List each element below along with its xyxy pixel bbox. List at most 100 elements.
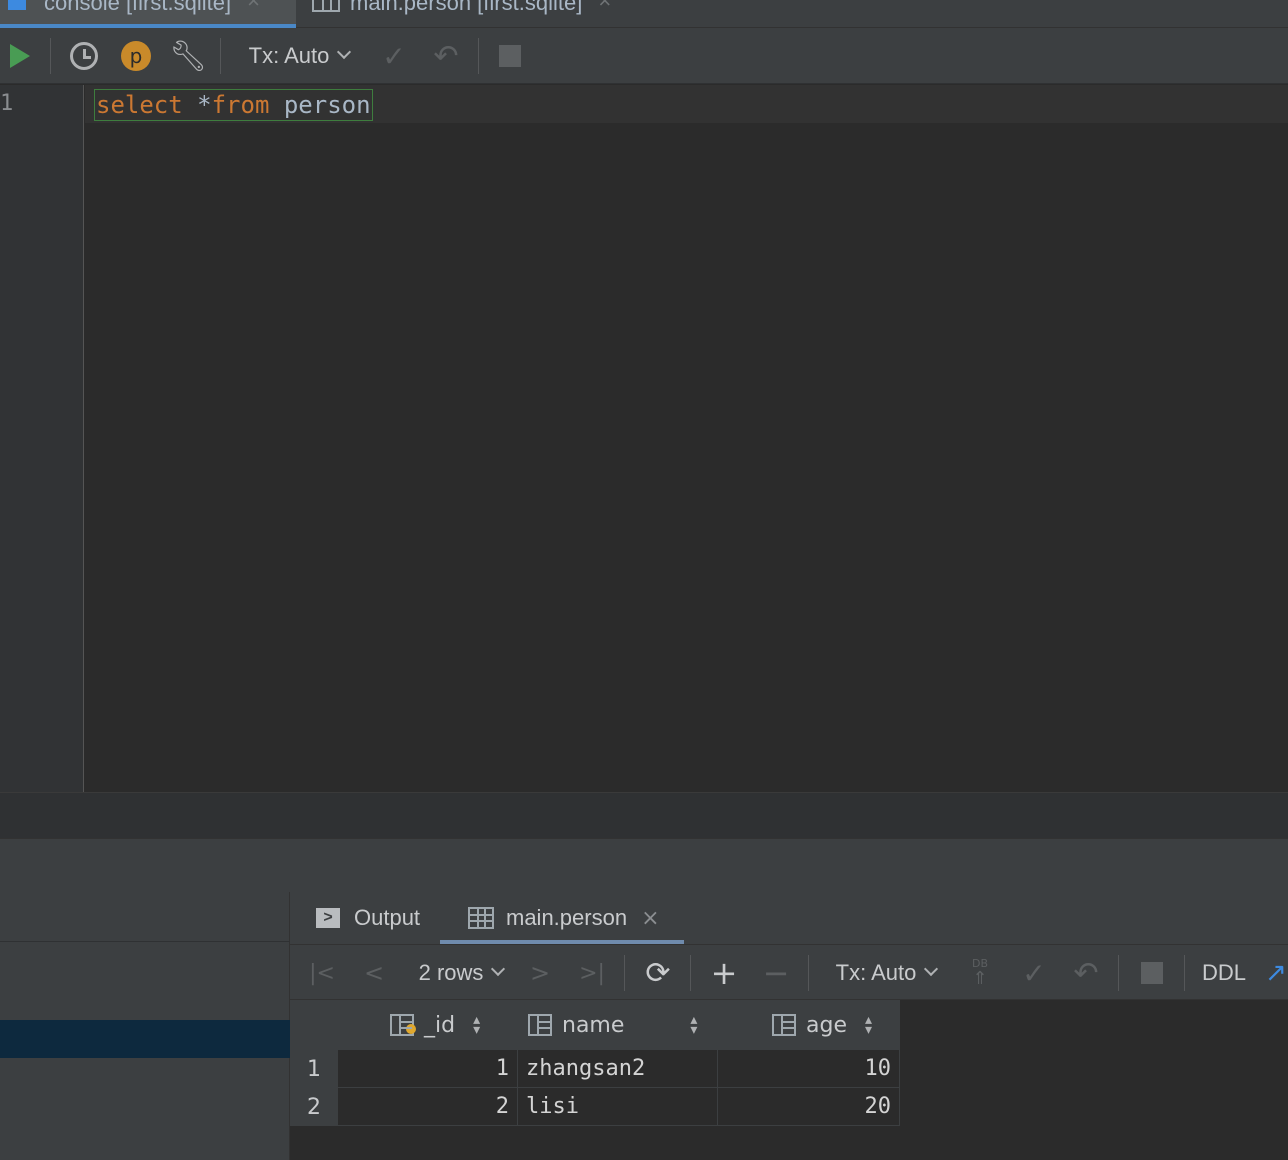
next-page-button[interactable]: > (524, 945, 556, 1001)
cell-id[interactable]: 2 (338, 1088, 518, 1126)
table-identifier: person (283, 91, 371, 119)
tx-mode-label: Tx: Auto (248, 43, 330, 68)
console-icon (8, 0, 26, 10)
stop-button[interactable] (1136, 945, 1168, 1001)
jump-to-source-button[interactable]: ↗ (1264, 945, 1288, 1001)
rows-dropdown[interactable]: 2 rows (406, 945, 516, 1001)
cell-age[interactable]: 20 (718, 1088, 900, 1126)
toolbar-separator (478, 38, 479, 74)
tab-console[interactable]: console [first.sqlite] × (0, 0, 296, 28)
sql-editor[interactable]: 1 select *from person (0, 85, 1288, 792)
stop-icon (1141, 962, 1163, 984)
toolbar-separator (690, 955, 691, 991)
editor-toolbar: p 🔧︎ Tx: Auto ✓ ↶ (0, 28, 1288, 84)
rows-count-label: 2 rows (418, 960, 484, 985)
play-icon (10, 44, 30, 68)
close-icon[interactable]: × (641, 906, 659, 931)
toolbar-separator (808, 955, 809, 991)
stop-icon (499, 45, 521, 67)
arrow-right-icon: ↗ (1265, 958, 1287, 988)
tab-main-person-label: main.person [first.sqlite] (350, 0, 583, 15)
toolbar-separator (50, 38, 51, 74)
last-page-button[interactable]: >| (574, 945, 610, 1001)
submit-to-db-button[interactable]: DB ⇑ (962, 945, 998, 1001)
ddl-button[interactable]: DDL (1196, 945, 1252, 1001)
check-icon: ✓ (382, 39, 406, 73)
tab-main-person[interactable]: main.person [first.sqlite] × (312, 0, 642, 28)
output-icon: > (316, 908, 340, 928)
wrench-icon: 🔧︎ (168, 38, 208, 74)
column-header-name[interactable]: name ▴ ▾ (528, 1000, 697, 1050)
settings-button[interactable]: 🔧︎ (168, 28, 208, 84)
toolbar-separator (1118, 955, 1119, 991)
column-header-age[interactable]: age ▴ ▾ (772, 1000, 872, 1050)
column-header-id-label: _id (424, 1012, 456, 1038)
upload-arrow-icon: ⇑ (972, 968, 988, 989)
keyword-select: select (96, 91, 198, 119)
editor-status-strip (0, 792, 1288, 838)
history-button[interactable] (66, 28, 102, 84)
cell-name[interactable]: lisi (518, 1088, 718, 1126)
line-gutter: 1 (0, 85, 84, 792)
delete-row-button[interactable]: − (758, 945, 794, 1001)
add-row-button[interactable]: + (706, 945, 742, 1001)
first-page-button[interactable]: |< (306, 945, 338, 1001)
sort-icon[interactable]: ▴ ▾ (473, 1013, 480, 1037)
tab-output-label: Output (354, 905, 421, 930)
keyword-from: from (211, 91, 270, 119)
tab-console-label: console [first.sqlite] (44, 0, 232, 15)
commit-button[interactable]: ✓ (1014, 945, 1054, 1001)
tx-mode-label: Tx: Auto (835, 960, 917, 985)
toolbar-separator (220, 38, 221, 74)
operator-star: * (197, 91, 212, 119)
ddl-label: DDL (1201, 960, 1246, 985)
sort-icon[interactable]: ▴ ▾ (690, 1013, 697, 1037)
sort-icon[interactable]: ▴ ▾ (865, 1013, 872, 1037)
commit-button[interactable]: ✓ (374, 28, 414, 84)
undo-icon: ↶ (1073, 955, 1099, 991)
chevron-down-icon (491, 961, 506, 977)
stop-button[interactable] (494, 28, 526, 84)
sql-statement[interactable]: select *from person (94, 89, 373, 121)
rollback-button[interactable]: ↶ (1066, 945, 1106, 1001)
row-number: 2 (290, 1088, 338, 1126)
table-row[interactable]: 1 1 zhangsan2 10 (290, 1050, 900, 1088)
grid-header: _id ▴ ▾ name ▴ ▾ age ▴ ▾ (290, 1000, 900, 1050)
refresh-button[interactable]: ⟳ (640, 945, 676, 1001)
selected-tree-node[interactable] (0, 1020, 290, 1058)
cell-name[interactable]: zhangsan2 (518, 1050, 718, 1088)
column-header-name-label: name (562, 1012, 625, 1038)
table-row[interactable]: 2 2 lisi 20 (290, 1088, 900, 1126)
results-tab-bar: > Output main.person × (290, 892, 1288, 944)
prev-page-button[interactable]: < (358, 945, 390, 1001)
column-icon (772, 1014, 796, 1036)
profile-p-icon: p (121, 41, 151, 71)
tab-result-main-person-label: main.person (506, 905, 628, 930)
row-number: 1 (290, 1050, 338, 1088)
table-icon (468, 907, 494, 929)
cell-age[interactable]: 10 (718, 1050, 900, 1088)
clock-icon (70, 42, 98, 70)
tx-mode-dropdown[interactable]: Tx: Auto (826, 945, 946, 1001)
undo-icon: ↶ (433, 38, 459, 74)
services-tree (0, 892, 290, 1160)
tab-main-person-close-icon[interactable]: × (598, 0, 611, 14)
check-icon: ✓ (1022, 956, 1046, 990)
execute-button[interactable] (4, 28, 36, 84)
toolbar-separator (1184, 955, 1185, 991)
column-icon (528, 1014, 552, 1036)
column-header-id[interactable]: _id ▴ ▾ (390, 1000, 480, 1050)
tx-mode-dropdown[interactable]: Tx: Auto (236, 28, 362, 84)
results-toolbar: |< < 2 rows > >| ⟳ + − Tx: Auto DB ⇑ ✓ ↶ (290, 944, 1288, 1000)
cell-id[interactable]: 1 (338, 1050, 518, 1088)
key-icon (406, 1024, 416, 1034)
table-icon (312, 0, 340, 12)
tab-result-main-person[interactable]: main.person × (440, 892, 684, 944)
profile-button[interactable]: p (118, 28, 154, 84)
chevron-down-icon (337, 44, 352, 60)
rollback-button[interactable]: ↶ (426, 28, 466, 84)
tab-output[interactable]: > Output (316, 892, 420, 944)
tab-console-close-icon[interactable]: × (247, 0, 260, 14)
primary-key-column-icon (390, 1014, 416, 1036)
